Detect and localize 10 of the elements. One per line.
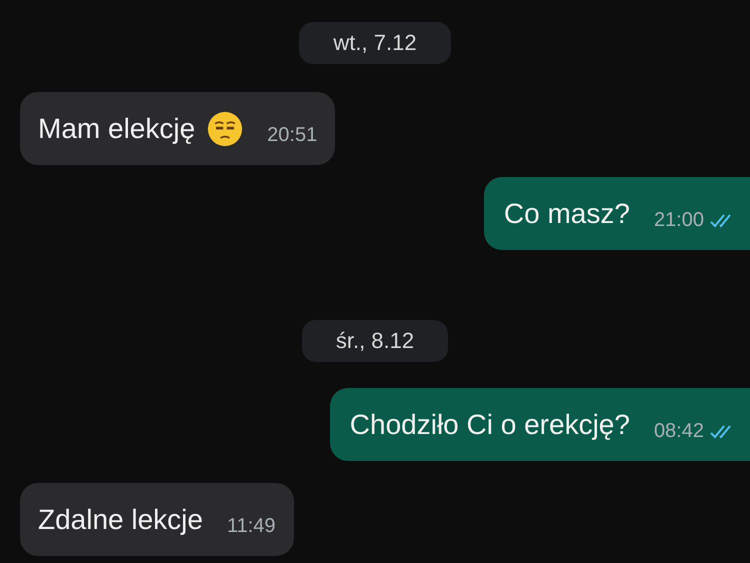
message-text: Chodziło Ci o erekcję? <box>350 408 630 440</box>
message-text: Zdalne lekcje <box>38 504 203 536</box>
date-separator: wt., 7.12 <box>299 22 451 64</box>
message-text: Co masz? <box>504 198 630 230</box>
message-text: Mam elekcję <box>38 112 196 144</box>
date-separator: śr., 8.12 <box>302 320 448 362</box>
message-time: 21:00 <box>654 209 704 232</box>
message-time: 08:42 <box>654 420 704 443</box>
message-time: 11:49 <box>226 515 276 538</box>
message-time: 20:51 <box>267 124 318 147</box>
